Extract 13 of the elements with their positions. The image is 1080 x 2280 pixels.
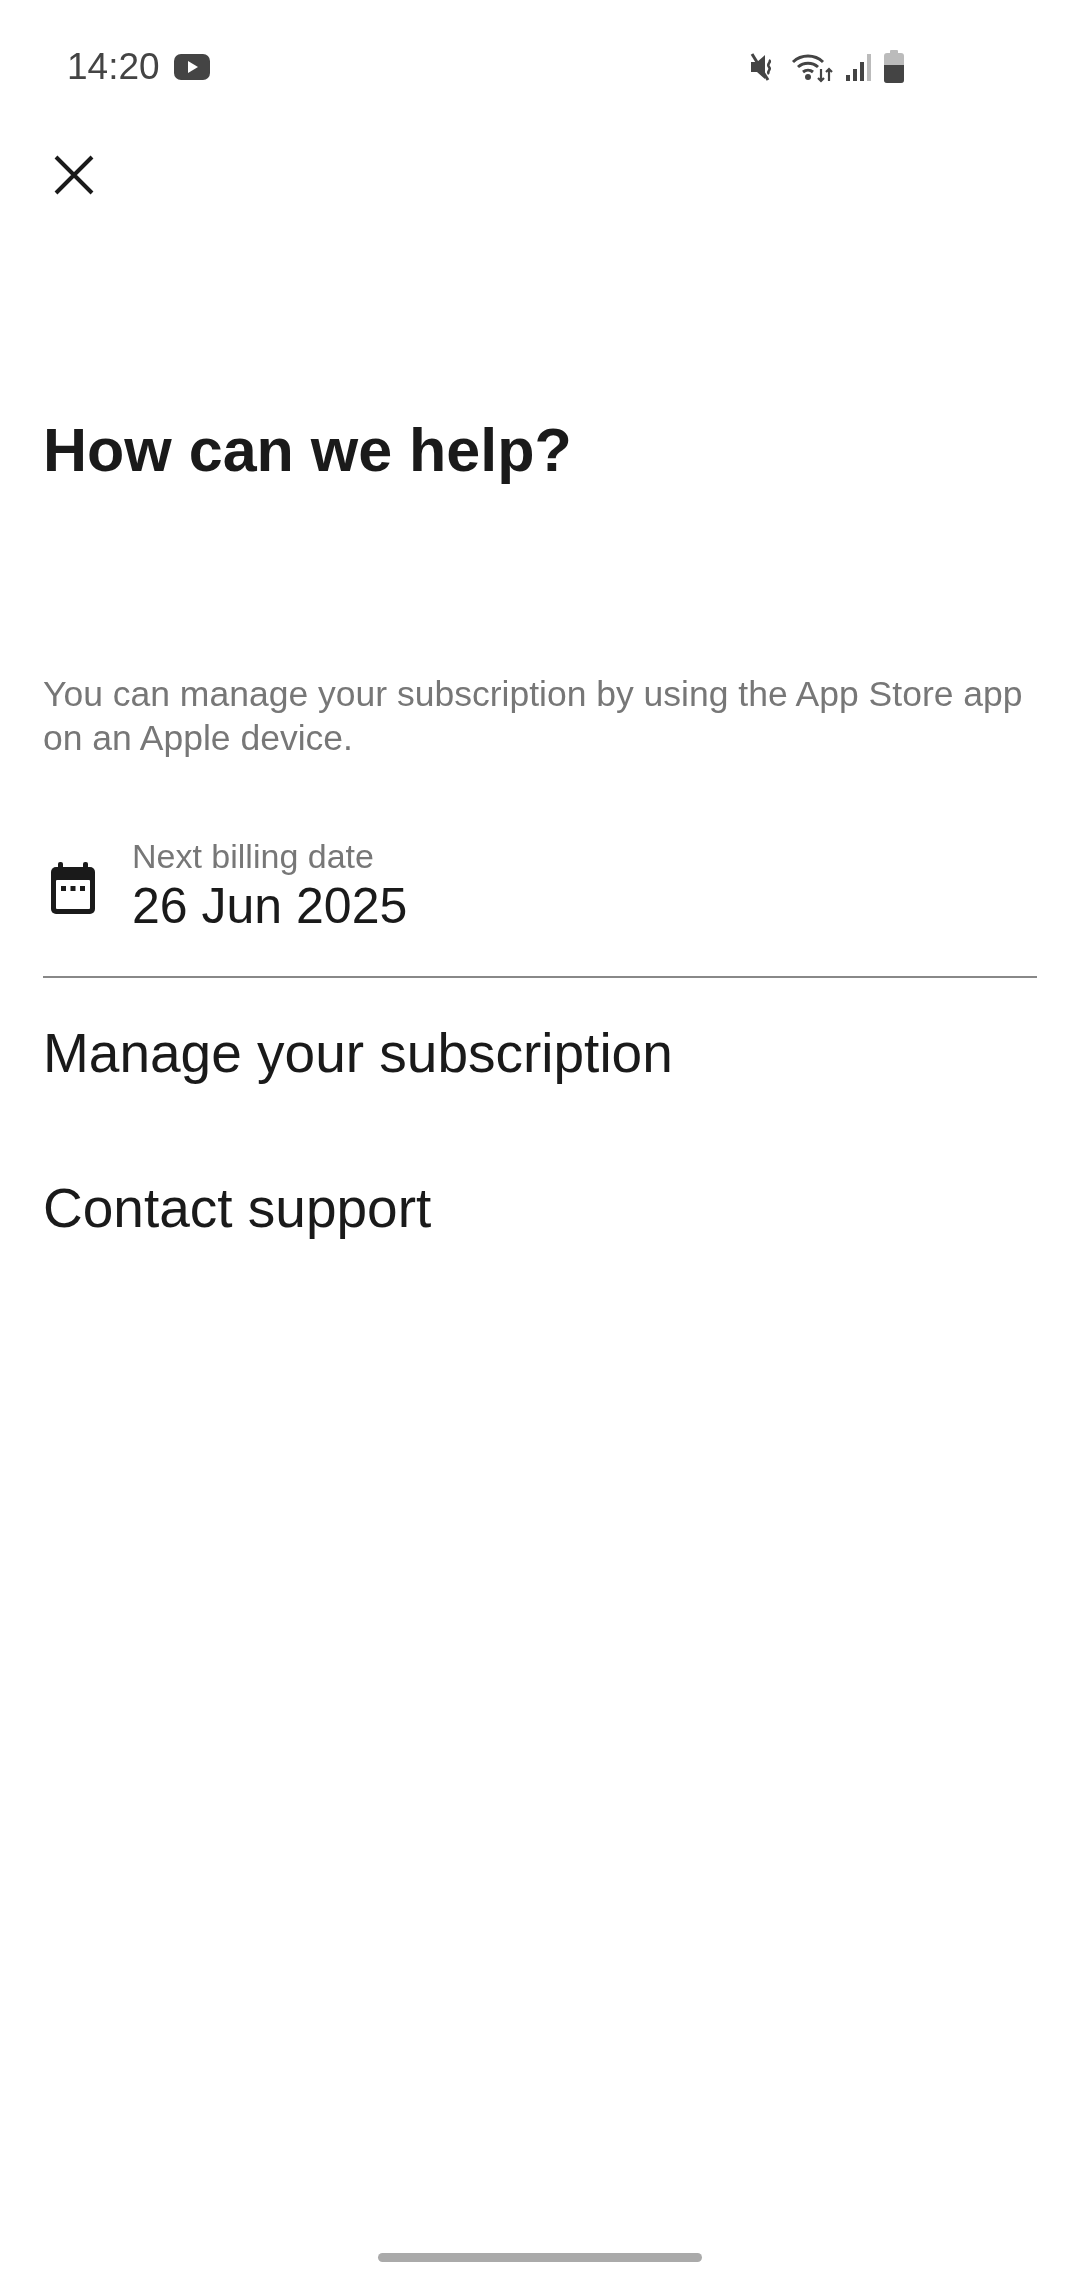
close-button[interactable] [53,154,95,196]
calendar-icon [49,862,97,917]
info-text: You can manage your subscription by using the App Store app on an Apple device. [43,673,1024,761]
video-app-icon [173,54,210,80]
page-title: How can we help? [43,415,573,486]
status-time: 14:20 [67,46,160,88]
battery-icon [883,50,905,84]
signal-icon [845,51,873,83]
billing-label: Next billing date [132,836,375,877]
menu-item[interactable]: Manage your subscription [43,1021,673,1086]
close-icon [53,154,95,196]
billing-date: 26 Jun 2025 [132,877,408,937]
menu-item[interactable]: Contact support [43,1176,432,1241]
